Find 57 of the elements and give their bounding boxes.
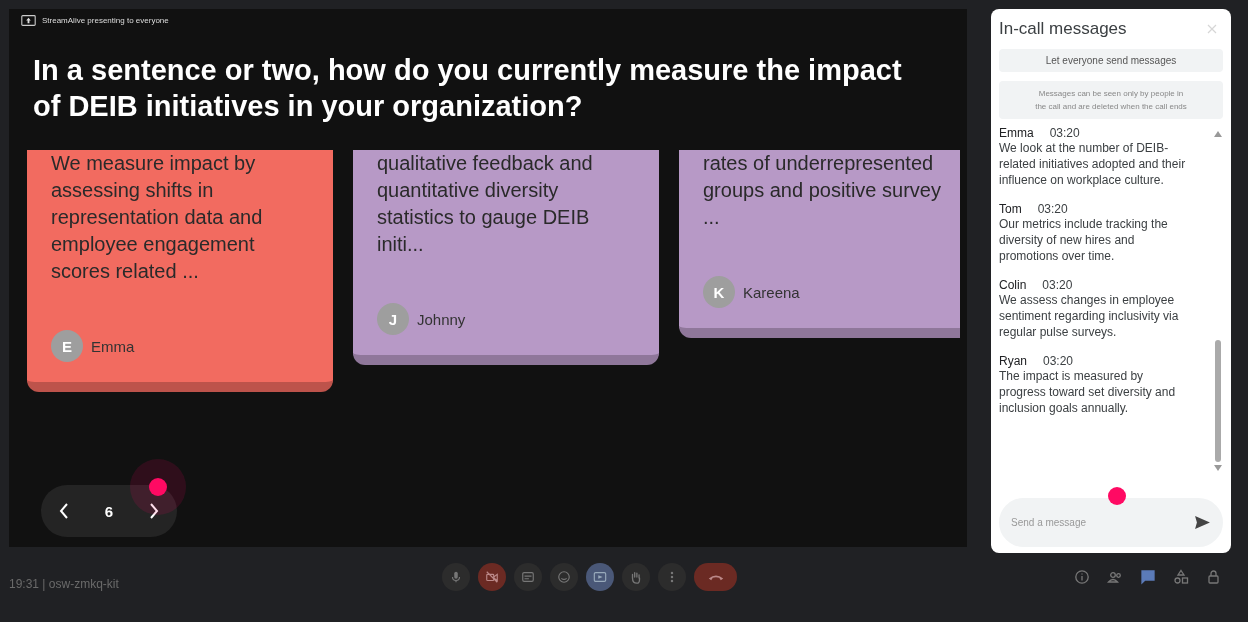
scroll-up-icon[interactable] (1214, 131, 1222, 137)
sender-name: Colin (999, 278, 1027, 292)
panel-title: In-call messages (999, 19, 1127, 39)
message-text: Our metrics include tracking the diversity of new hires and promotions over time. (999, 216, 1169, 264)
camera-off-icon (485, 570, 499, 584)
message-time: 03:20 (1037, 202, 1068, 216)
hand-icon (629, 570, 643, 584)
avatar: E (51, 330, 83, 362)
phone-icon (707, 573, 724, 581)
captions-button[interactable] (514, 563, 542, 591)
camera-off-button[interactable] (478, 563, 506, 591)
hand-button[interactable] (622, 563, 650, 591)
present-icon (593, 570, 607, 584)
author-name: Johnny (417, 310, 466, 328)
response-text: We measure impact by assessing shifts in representation data and employee engagement scores related ... (51, 151, 264, 284)
smiley-icon (557, 570, 571, 584)
pointer-dot (149, 478, 167, 496)
emoji-button[interactable] (550, 563, 578, 591)
author-name: Kareena (743, 283, 800, 301)
response-text: rates of underrepresented groups and positive survey ... (703, 151, 942, 230)
captions-icon (521, 570, 535, 584)
people-icon[interactable] (1107, 569, 1123, 585)
message-text: We look at the number of DEIB-related initiatives adopted and their influence on workplace culture. (999, 140, 1187, 188)
author-name: Emma (91, 337, 135, 355)
present-icon (21, 15, 36, 26)
toggle-button[interactable]: Let everyone send messages (999, 49, 1223, 72)
message-time: 03:20 (1043, 354, 1074, 368)
message-input[interactable]: Send a message (999, 498, 1223, 547)
meeting-info: 19:31 | osw-zmkq-kit (9, 577, 120, 591)
question-title: In a sentence or two, how do you currently measure the impact of DEIB initiatives in your organization? (33, 53, 903, 124)
response-text: qualitative feedback and quantitative diversity statistics to gauge DEIB initi... (377, 151, 594, 257)
sender-name: Emma (999, 126, 1034, 140)
message-text: The impact is measured by progress toward set diversity and inclusion goals annually. (999, 368, 1177, 416)
notice-box: Messages can be seen only by people in the call and are deleted when the call ends (999, 81, 1223, 119)
presenter-label: StreamAlive presenting to everyone (42, 16, 169, 25)
present-button[interactable] (586, 563, 614, 591)
sender-name: Ryan (999, 354, 1027, 368)
avatar: J (377, 303, 409, 335)
activities-icon[interactable] (1173, 569, 1189, 585)
hang-up-button[interactable] (694, 563, 737, 591)
chevron-right-icon (149, 503, 159, 519)
message-time: 03:20 (1049, 126, 1080, 140)
send-icon[interactable] (1195, 516, 1210, 529)
pointer-halo (130, 459, 186, 515)
pointer-dot (1108, 487, 1126, 505)
info-icon[interactable] (1074, 569, 1090, 585)
mic-icon (449, 570, 463, 584)
scroll-down-icon[interactable] (1214, 465, 1222, 471)
message-text: We assess changes in employee sentiment regarding inclusivity via regular pulse surveys. (999, 292, 1180, 340)
sender-name: Tom (999, 202, 1022, 216)
message-time: 03:20 (1042, 278, 1073, 292)
avatar: K (703, 276, 735, 308)
page-number: 6 (104, 502, 114, 520)
lock-icon[interactable] (1206, 569, 1222, 585)
chevron-left-icon (59, 503, 69, 519)
chat-icon[interactable] (1140, 569, 1156, 585)
mic-button[interactable] (442, 563, 470, 591)
